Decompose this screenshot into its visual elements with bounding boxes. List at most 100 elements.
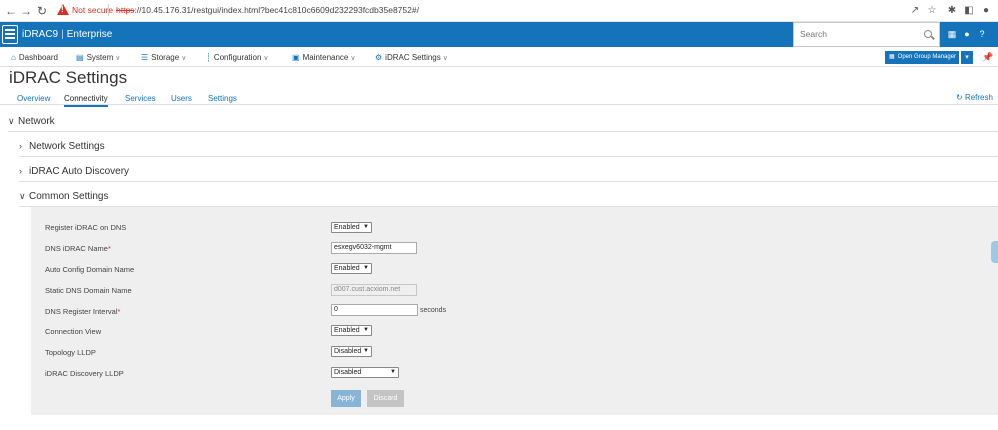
chevron-down-icon: ∨ [115, 55, 121, 62]
apply-button[interactable]: Apply [331, 390, 361, 407]
register-dns-select[interactable]: Enabled ▼ [331, 222, 372, 233]
connection-view-label: Connection View [45, 327, 102, 336]
chevron-down-icon: ▾ [965, 54, 969, 61]
connection-view-select[interactable]: Enabled ▼ [331, 325, 372, 336]
menu-label: Dashboard [18, 53, 58, 62]
side-panel-handle[interactable] [991, 241, 998, 263]
tab-overview[interactable]: Overview [17, 94, 50, 103]
menu-system[interactable]: ▤ System ∨ [76, 53, 120, 62]
reload-icon[interactable]: ↻ [35, 3, 49, 19]
chevron-down-icon: ∨ [8, 116, 15, 126]
section-label: iDRAC Auto Discovery [29, 166, 130, 177]
refresh-button[interactable]: ↻ Refresh [956, 93, 993, 102]
url-path: ://10.45.176.31/restgui/index.html?bec41… [134, 5, 419, 15]
server-icon: ▤ [76, 53, 84, 62]
divider [8, 131, 998, 132]
forward-icon[interactable]: → [19, 3, 33, 19]
static-domain-input[interactable]: d007.cust.acxiom.net [331, 284, 417, 296]
storage-icon: ☰ [141, 53, 149, 62]
menu-label: Configuration [213, 53, 262, 62]
required-marker: * [107, 244, 111, 253]
interval-unit-label: seconds [420, 307, 447, 314]
maintenance-icon: ▣ [292, 53, 300, 62]
menu-maintenance[interactable]: ▣ Maintenance ∨ [292, 53, 356, 62]
star-icon[interactable]: ☆ [926, 4, 938, 17]
section-label: Network [18, 116, 55, 127]
tab-services[interactable]: Services [125, 94, 156, 103]
chevron-right-icon: › [19, 166, 22, 176]
group-manager-icon[interactable]: ▦ [946, 28, 958, 40]
dns-name-label: DNS iDRAC Name* [45, 244, 111, 253]
chevron-down-icon: ▼ [363, 327, 369, 333]
profile-icon[interactable]: ● [980, 4, 992, 17]
menu-label: Storage [151, 53, 180, 62]
chevron-down-icon: ∨ [263, 55, 269, 62]
select-value: Disabled [334, 348, 362, 355]
divider [19, 181, 998, 182]
section-network[interactable]: ∨ Network [8, 116, 55, 127]
url-separator [108, 4, 109, 16]
search-icon[interactable] [924, 30, 932, 38]
common-settings-panel [31, 207, 998, 415]
auto-domain-select[interactable]: Enabled ▼ [331, 263, 372, 274]
chevron-down-icon: ▼ [390, 369, 396, 375]
side-panel-icon[interactable]: ◧ [963, 4, 975, 17]
menu-label: iDRAC Settings [385, 53, 441, 62]
browser-toolbar: ← → ↻ Not secure https://10.45.176.31/re… [0, 0, 998, 22]
refresh-icon: ↻ [956, 93, 963, 102]
menu-storage[interactable]: ☰ Storage ∨ [141, 53, 186, 62]
warning-icon [57, 4, 69, 15]
select-value: Enabled [334, 327, 360, 334]
topology-lldp-select[interactable]: Disabled ▼ [331, 346, 372, 357]
back-icon[interactable]: ← [4, 3, 18, 19]
address-bar[interactable]: https://10.45.176.31/restgui/index.html?… [116, 5, 419, 15]
chevron-down-icon: ▼ [363, 348, 369, 354]
chevron-right-icon: › [19, 141, 22, 151]
section-common-settings[interactable]: ∨ Common Settings [19, 191, 108, 202]
dns-name-input[interactable]: esxegv6032-mgmt [331, 242, 417, 254]
chevron-down-icon: ▼ [363, 224, 369, 230]
discovery-lldp-select[interactable]: Disabled ▼ [331, 367, 399, 378]
discard-button[interactable]: Discard [367, 390, 404, 407]
pin-icon[interactable]: 📌 [982, 52, 993, 63]
divider [19, 156, 998, 157]
tab-users[interactable]: Users [171, 94, 192, 103]
group-manager-dropdown[interactable]: ▾ [961, 51, 973, 64]
section-network-settings[interactable]: › Network Settings [19, 141, 105, 152]
search-input[interactable] [800, 29, 915, 39]
field-label-text: DNS Register Interval [45, 307, 118, 316]
group-manager-icon: ▦ [889, 54, 895, 60]
section-label: Common Settings [29, 191, 109, 202]
idrac-logo-icon [2, 25, 18, 44]
menu-label: System [86, 53, 114, 62]
title-divider: | [61, 29, 64, 40]
open-group-manager-label: Open Group Manager [897, 54, 957, 60]
menu-idrac-settings[interactable]: ⚙ iDRAC Settings ∨ [375, 53, 448, 62]
main-menu: ⌂ Dashboard ▤ System ∨ ☰ Storage ∨ ┊ Configura… [0, 47, 998, 67]
static-domain-label: Static DNS Domain Name [45, 286, 132, 295]
topology-lldp-label: Topology LLDP [45, 348, 96, 357]
tab-settings[interactable]: Settings [208, 94, 237, 103]
idrac-icon: ⚙ [375, 53, 383, 62]
tab-connectivity[interactable]: Connectivity [64, 94, 108, 107]
field-label-text: DNS iDRAC Name [45, 244, 108, 253]
extensions-icon[interactable]: ✱ [946, 4, 958, 17]
select-value: Disabled [334, 369, 362, 376]
menu-dashboard[interactable]: ⌂ Dashboard [11, 53, 58, 62]
app-title: iDRAC9 | Enterprise [22, 29, 112, 40]
select-value: Enabled [334, 224, 360, 231]
section-auto-discovery[interactable]: › iDRAC Auto Discovery [19, 166, 129, 177]
register-interval-input[interactable]: 0 [331, 304, 418, 316]
select-value: Enabled [334, 265, 360, 272]
menu-configuration[interactable]: ┊ Configuration ∨ [206, 53, 269, 62]
open-group-manager-button[interactable]: ▦ Open Group Manager [885, 51, 959, 64]
help-icon[interactable]: ? [976, 28, 988, 40]
security-label[interactable]: Not secure [72, 5, 113, 15]
section-label: Network Settings [29, 141, 105, 152]
user-icon[interactable]: ● [961, 28, 973, 40]
chevron-down-icon: ∨ [442, 55, 448, 62]
share-icon[interactable]: ↗ [909, 4, 921, 17]
menu-label: Maintenance [302, 53, 349, 62]
auto-domain-label: Auto Config Domain Name [45, 265, 135, 274]
discovery-lldp-label: iDRAC Discovery LLDP [45, 369, 124, 378]
